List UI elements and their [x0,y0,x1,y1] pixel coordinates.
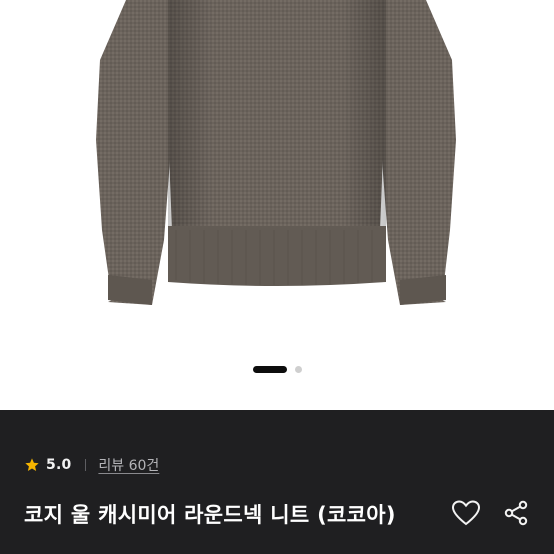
product-actions [450,497,532,529]
product-title: 코지 울 캐시미어 라운드넥 니트 (코코아) [24,503,396,527]
share-button[interactable] [500,497,532,529]
carousel-dot[interactable] [294,365,302,373]
review-count-link[interactable]: 리뷰 60건 [98,455,159,475]
rating-value: 5.0 [46,457,72,473]
product-image[interactable] [0,0,554,410]
divider [85,459,87,471]
star-icon [25,458,39,471]
share-icon [504,500,528,526]
carousel-indicator[interactable] [0,364,554,374]
heart-icon [451,500,481,526]
carousel-dot-active[interactable] [252,365,287,373]
product-title-block: 코지 울 캐시미어 라운드넥 니트 (코코아) [24,497,434,554]
rating-row: 5.0 리뷰 60건 [24,455,159,475]
like-button[interactable] [450,497,482,529]
sweater-photo [96,0,456,305]
